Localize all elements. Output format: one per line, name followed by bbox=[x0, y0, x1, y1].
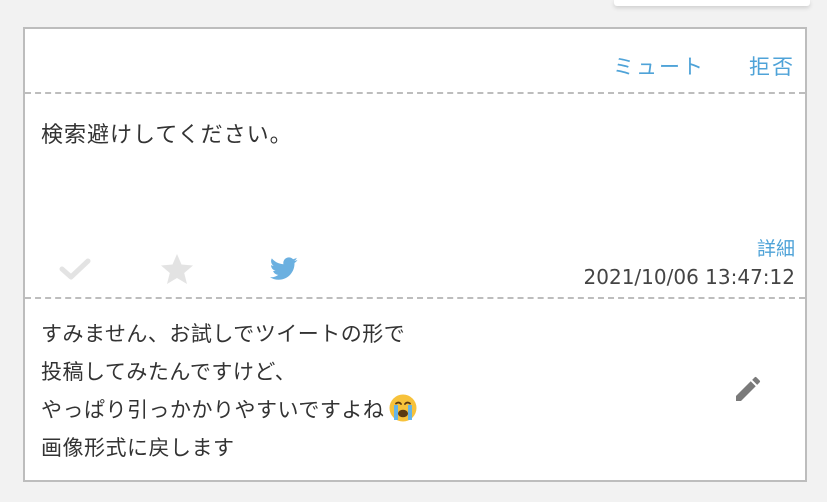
answer-line-with-emoji: やっぱり引っかかりやすいですよね bbox=[41, 391, 418, 429]
answer-text: すみません、お試しでツイートの形で 投稿してみたんですけど、 やっぱり引っかかり… bbox=[41, 315, 418, 467]
pencil-icon[interactable] bbox=[728, 369, 768, 409]
mute-link[interactable]: ミュート bbox=[613, 51, 705, 81]
top-card-edge bbox=[614, 0, 810, 6]
details-link[interactable]: 詳細 bbox=[757, 234, 795, 261]
divider bbox=[25, 92, 805, 94]
answer-line: やっぱり引っかかりやすいですよね bbox=[41, 398, 385, 422]
answer-line: すみません、お試しでツイートの形で bbox=[41, 322, 406, 346]
twitter-icon[interactable] bbox=[266, 251, 302, 287]
question-card: ミュート 拒否 検索避けしてください。 詳細 2021/10/06 13:47:… bbox=[23, 27, 807, 482]
timestamp: 2021/10/06 13:47:12 bbox=[583, 265, 795, 289]
card-actions: ミュート 拒否 bbox=[613, 51, 795, 81]
divider bbox=[25, 297, 805, 299]
answer-line: 投稿してみたんですけど、 bbox=[41, 360, 297, 384]
question-text: 検索避けしてください。 bbox=[41, 123, 293, 148]
answer-line: 画像形式に戻します bbox=[41, 436, 235, 460]
star-icon[interactable] bbox=[159, 251, 195, 287]
check-icon[interactable] bbox=[57, 251, 93, 287]
crying-face-emoji bbox=[388, 393, 418, 423]
reject-link[interactable]: 拒否 bbox=[749, 51, 795, 81]
